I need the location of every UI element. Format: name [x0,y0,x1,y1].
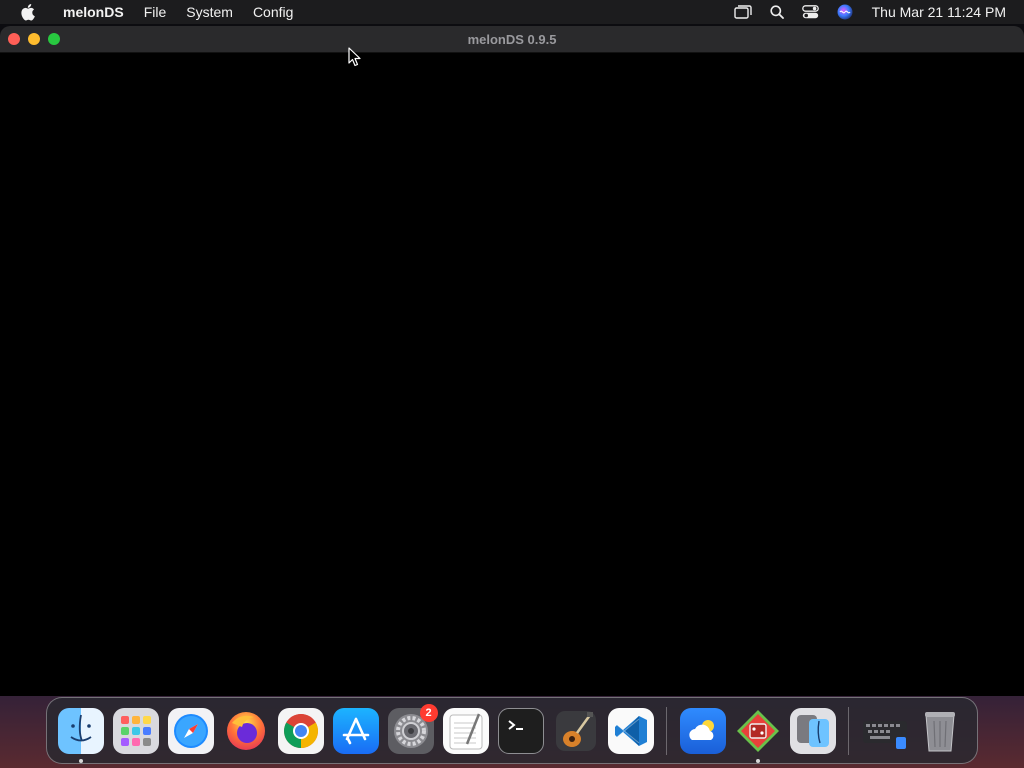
menu-config[interactable]: Config [243,0,303,24]
emulator-screen[interactable] [0,53,1024,696]
dock-melonds[interactable] [735,708,781,763]
traffic-lights [8,33,60,45]
trash-icon [924,711,955,751]
dock-firefox[interactable] [223,708,269,754]
screen-mirroring-icon[interactable] [732,2,754,22]
garageband-guitar-icon [555,710,596,751]
dock-chrome[interactable] [277,707,324,754]
melonds-window: melonDS 0.9.5 [0,26,1024,696]
menu-system[interactable]: System [176,0,243,24]
keyboard-viewer-icon [862,720,907,749]
launchpad-icon [120,715,151,746]
notification-badge: 2 [419,703,438,722]
chrome-icon [283,713,318,748]
menu-file[interactable]: File [134,0,177,24]
melonds-icon [736,709,779,752]
dock-separator [848,706,849,755]
app-store-icon [342,717,369,744]
dock-weather[interactable] [679,707,726,754]
minimize-button[interactable] [28,33,40,45]
safari-icon [173,713,208,748]
dock-system-settings[interactable]: 2 [387,703,438,754]
window-titlebar[interactable]: melonDS 0.9.5 [0,26,1024,53]
dock-textedit[interactable] [442,707,489,754]
dock-app-store[interactable] [332,707,379,754]
weather-icon [688,719,714,740]
control-center-icon[interactable] [800,2,822,22]
vscode-icon [614,715,647,746]
status-area: Thu Mar 21 11:24 PM [726,0,1024,24]
desktop: melonDS File System Config Thu Mar 21 11… [0,0,1024,768]
window-title: melonDS 0.9.5 [467,31,557,47]
dock-vscode[interactable] [607,707,654,754]
dock: 2 [46,697,978,764]
terminal-icon [507,719,523,730]
dock-migration-assistant[interactable] [789,707,836,754]
menu-app-name[interactable]: melonDS [53,0,134,24]
siri-icon[interactable] [834,2,856,22]
dock-finder[interactable] [57,707,104,763]
running-indicator [755,758,760,763]
dock-garageband[interactable] [553,708,599,754]
finder-icon [69,714,92,741]
dock-separator [666,706,667,755]
apple-menu-icon[interactable] [17,2,37,22]
dock-trash[interactable] [917,708,963,754]
dock-keyboard-viewer[interactable] [862,708,908,754]
firefox-icon [226,711,265,750]
dock-safari[interactable] [167,707,214,754]
zoom-button[interactable] [48,33,60,45]
menu-clock[interactable]: Thu Mar 21 11:24 PM [872,4,1006,20]
textedit-icon [449,713,482,749]
mouse-pointer-icon [348,47,362,67]
running-indicator [78,758,83,763]
migration-assistant-icon [796,714,829,747]
dock-terminal[interactable] [497,707,544,754]
menu-bar: melonDS File System Config Thu Mar 21 11… [0,0,1024,24]
dock-launchpad[interactable] [112,707,159,754]
search-icon[interactable] [766,2,788,22]
close-button[interactable] [8,33,20,45]
